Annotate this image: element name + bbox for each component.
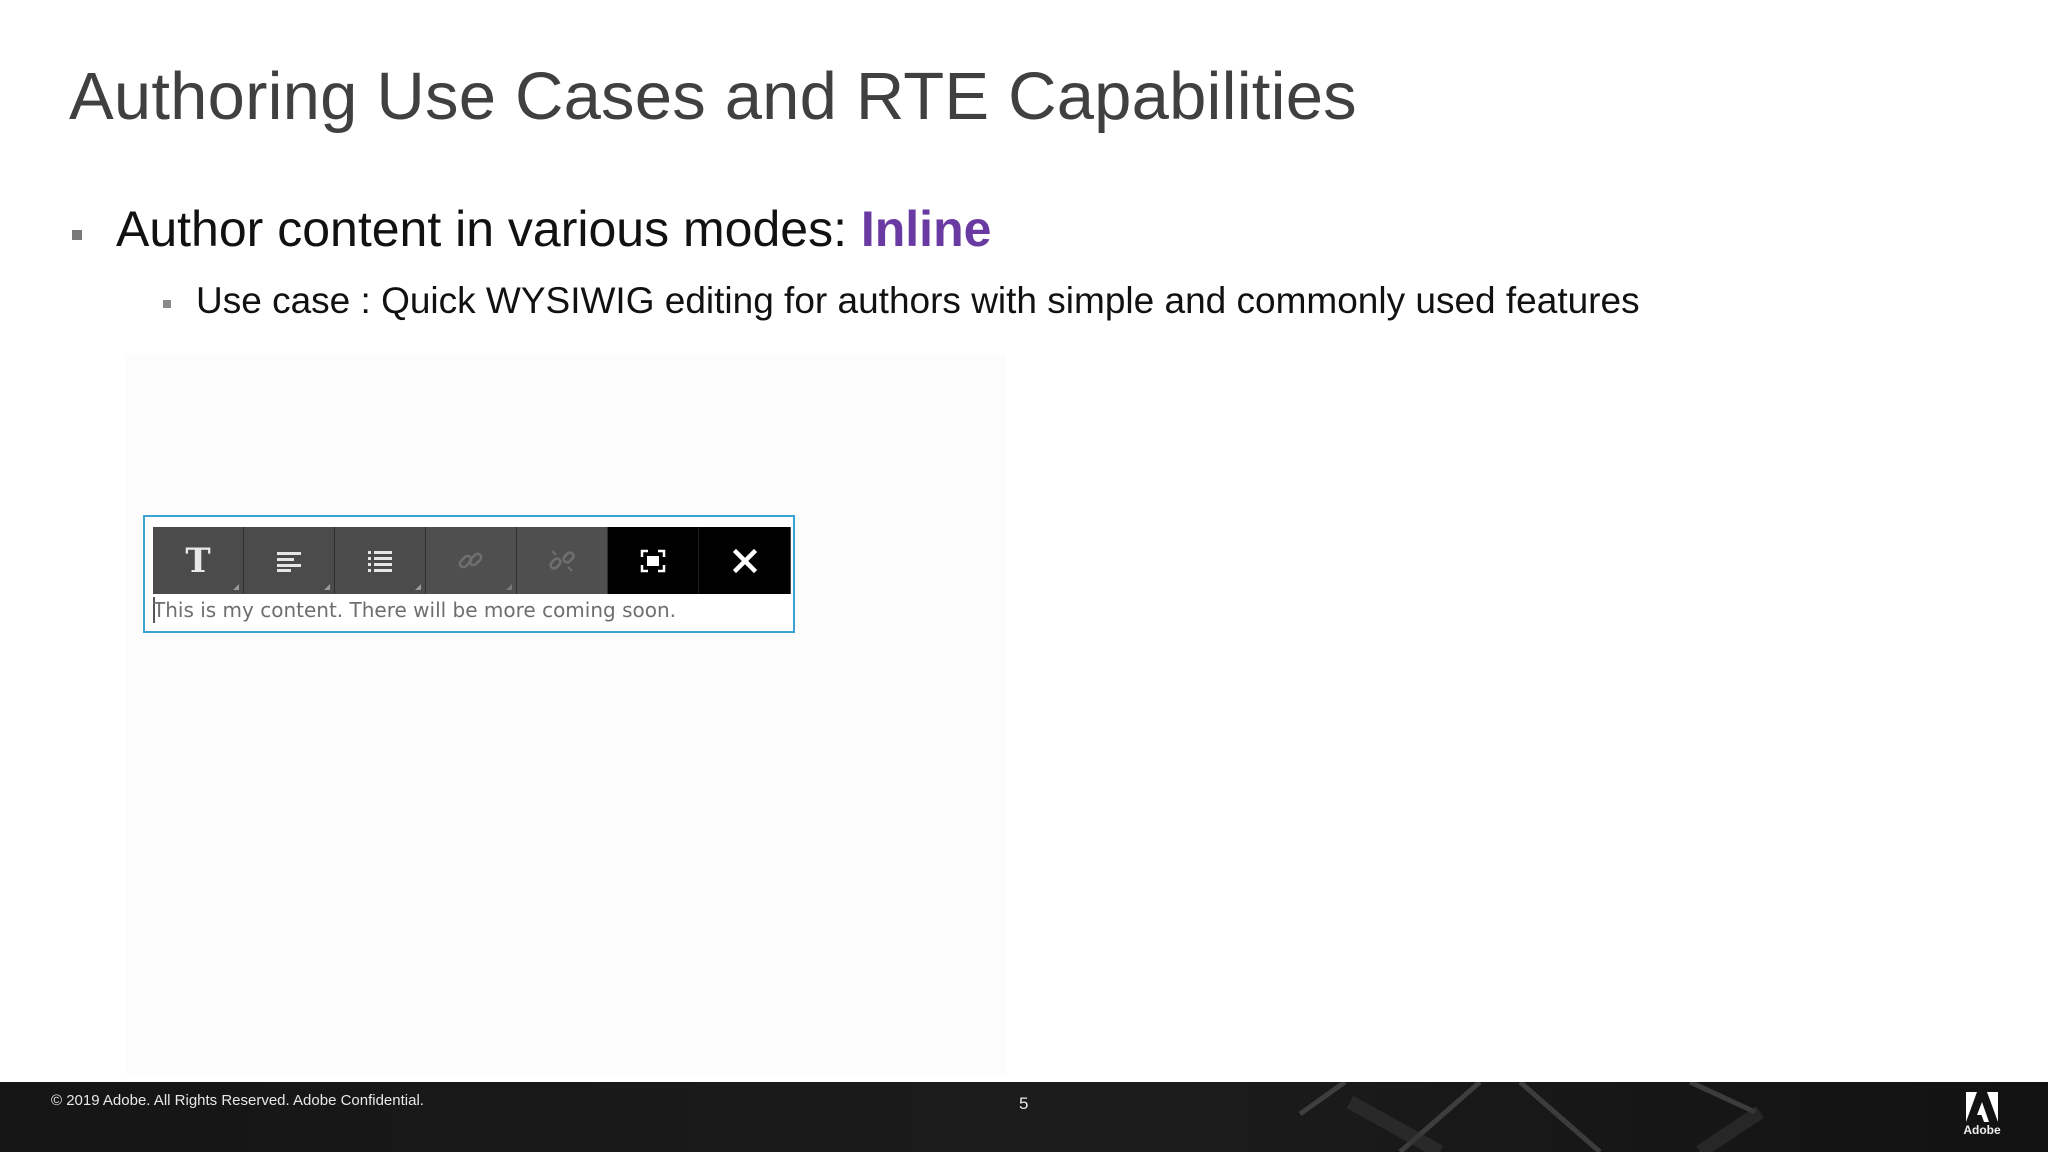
editor-content[interactable]: This is my content. There will be more c… xyxy=(153,598,676,622)
slide-content-area xyxy=(126,355,1006,1075)
close-button[interactable] xyxy=(699,527,790,594)
text-format-icon: T xyxy=(185,540,211,581)
bullet-text: Author content in various modes: Inline xyxy=(116,200,991,258)
adobe-logo-icon xyxy=(1966,1092,1998,1122)
fullscreen-icon xyxy=(640,549,666,572)
align-left-icon xyxy=(277,551,301,572)
list-icon xyxy=(368,550,392,572)
adobe-logo-text: Adobe xyxy=(1963,1123,2001,1137)
page-number: 5 xyxy=(1019,1094,1029,1113)
justify-button[interactable] xyxy=(244,527,335,594)
rte-toolbar: T xyxy=(153,527,791,594)
copyright-text: © 2019 Adobe. All Rights Reserved. Adobe… xyxy=(51,1092,424,1109)
slide-footer: © 2019 Adobe. All Rights Reserved. Adobe… xyxy=(0,1082,2048,1152)
dropdown-indicator xyxy=(506,584,512,590)
link-icon xyxy=(458,552,483,568)
fullscreen-button[interactable] xyxy=(608,527,699,594)
dropdown-indicator xyxy=(324,584,330,590)
dropdown-indicator xyxy=(415,584,421,590)
sub-bullet-text: Use case : Quick WYSIWIG editing for aut… xyxy=(196,280,1640,321)
inline-rich-text-editor[interactable]: T This is my content. There will be more… xyxy=(143,515,795,633)
link-button[interactable] xyxy=(426,527,517,594)
slide-title: Authoring Use Cases and RTE Capabilities xyxy=(69,59,1357,134)
adobe-logo: Adobe xyxy=(1962,1092,2002,1144)
format-text-button[interactable]: T xyxy=(153,527,244,594)
lists-button[interactable] xyxy=(335,527,426,594)
bullet-highlight: Inline xyxy=(860,201,992,257)
sub-bullet-marker xyxy=(163,300,171,308)
close-icon xyxy=(732,548,757,573)
unlink-icon xyxy=(549,549,575,572)
bullet-main-text: Author content in various modes: xyxy=(116,201,861,257)
bullet-marker xyxy=(72,230,82,240)
unlink-button[interactable] xyxy=(517,527,608,594)
dropdown-indicator xyxy=(233,584,239,590)
